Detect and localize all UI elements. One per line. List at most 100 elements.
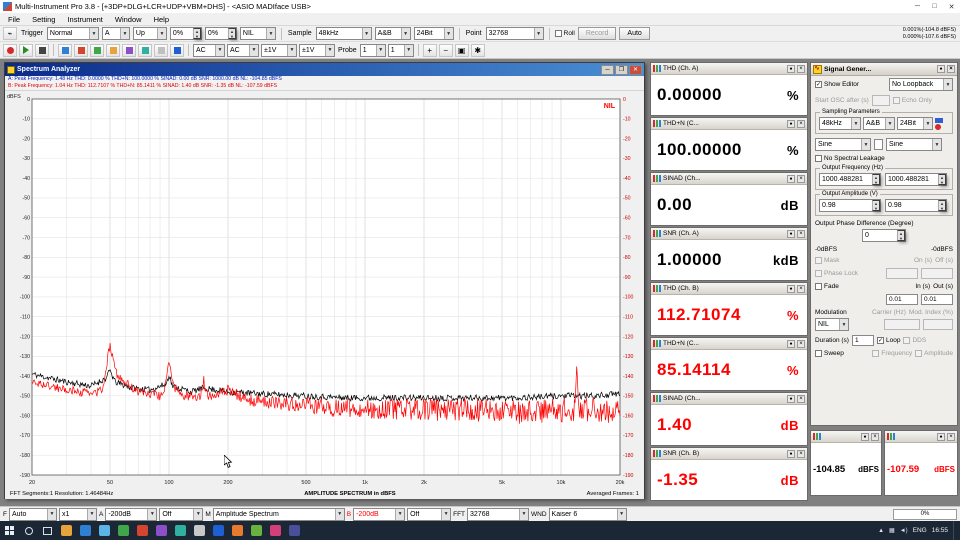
roll-checkbox[interactable]: Roll [555, 30, 575, 37]
amplitude-a-stepper[interactable]: 0.98▲▼ [819, 199, 881, 212]
hpf-select[interactable]: NIL▼ [240, 27, 276, 40]
window-close-icon[interactable]: ✕ [629, 65, 642, 75]
trigger-source-select[interactable]: A▼ [102, 27, 130, 40]
window-function-select[interactable]: Kaiser 6▼ [549, 508, 627, 521]
auto-button[interactable]: Auto [619, 27, 649, 40]
waveform-b-select[interactable]: Sine▼ [886, 138, 942, 151]
lcr-meter-icon[interactable] [154, 44, 168, 57]
b-mode-select[interactable]: Off▼ [407, 508, 451, 521]
camera-icon[interactable]: ▣ [455, 44, 469, 57]
taskbar-app-icon-4[interactable] [114, 521, 133, 540]
spectrum-plot[interactable]: 00-10-10-20-20-30-30-40-40-50-50-60-60-7… [5, 91, 644, 489]
search-icon[interactable] [19, 521, 38, 540]
sweep-frequency-checkbox[interactable]: Frequency [872, 350, 912, 357]
b-range-select[interactable]: -200dB▼ [353, 508, 405, 521]
frequency-mode-select[interactable]: Auto▼ [9, 508, 57, 521]
zoom-out-icon[interactable]: − [439, 44, 453, 57]
start-osc-input[interactable] [872, 95, 890, 106]
show-desktop-button[interactable] [953, 521, 956, 540]
pin-icon[interactable]: ● [787, 230, 795, 238]
record-icon[interactable] [3, 44, 17, 57]
task-view-icon[interactable] [38, 521, 57, 540]
trigger-mode-select[interactable]: Normal▼ [47, 27, 99, 40]
bit-depth-select[interactable]: 24Bit▼ [414, 27, 454, 40]
zoom-in-icon[interactable]: + [423, 44, 437, 57]
maximize-icon[interactable]: □ [926, 0, 943, 13]
signal-generator-icon[interactable] [106, 44, 120, 57]
zoom-select[interactable]: x1▼ [59, 508, 97, 521]
a-mode-select[interactable]: Off▼ [159, 508, 203, 521]
close-icon[interactable]: × [947, 65, 955, 73]
taskbar-app-icon-7[interactable] [171, 521, 190, 540]
meter-titlebar[interactable]: ●× [811, 431, 881, 443]
probe-b-select[interactable]: 1▼ [388, 44, 414, 57]
signal-generator-titlebar[interactable]: Signal Gener... ● × [811, 63, 957, 76]
pin-icon[interactable]: ● [937, 65, 945, 73]
close-icon[interactable]: × [797, 120, 805, 128]
close-icon[interactable]: × [871, 433, 879, 441]
close-icon[interactable]: × [797, 175, 805, 183]
dds-checkbox[interactable]: DDS [903, 337, 926, 344]
mask-on-input[interactable] [886, 268, 918, 279]
taskbar-app-icon-5[interactable] [133, 521, 152, 540]
a-range-select[interactable]: -200dB▼ [105, 508, 157, 521]
waveform-a-select[interactable]: Sine▼ [815, 138, 871, 151]
volume-icon[interactable]: ◄) [900, 528, 908, 534]
tray-chevron-icon[interactable]: ▲ [878, 528, 884, 534]
gen-rate-select[interactable]: 48kHz▼ [819, 117, 861, 130]
network-icon[interactable]: ▦ [889, 527, 895, 534]
close-icon[interactable]: × [797, 285, 805, 293]
menu-help[interactable]: Help [148, 14, 175, 25]
start-button[interactable] [0, 521, 19, 540]
amplitude-b-stepper[interactable]: 0.98▲▼ [885, 199, 947, 212]
trigger-edge-select[interactable]: Up▼ [133, 27, 167, 40]
taskbar-app-icon-1[interactable] [57, 521, 76, 540]
window-restore-icon[interactable]: ❐ [615, 65, 628, 75]
minimize-icon[interactable]: ─ [909, 0, 926, 13]
gen-channel-select[interactable]: A&B▼ [863, 117, 895, 130]
stop-icon[interactable] [35, 44, 49, 57]
spectrum-3d-icon[interactable] [122, 44, 136, 57]
coupling-a-select[interactable]: AC▼ [193, 44, 225, 57]
close-icon[interactable]: × [797, 395, 805, 403]
coupling-b-select[interactable]: AC▼ [227, 44, 259, 57]
taskbar-app-icon-10[interactable] [228, 521, 247, 540]
frequency-a-stepper[interactable]: 1000.488281▲▼ [819, 173, 881, 186]
data-logger-icon[interactable] [138, 44, 152, 57]
close-icon[interactable]: × [797, 65, 805, 73]
device-test-plan-icon[interactable] [170, 44, 184, 57]
close-icon[interactable]: × [947, 433, 955, 441]
settings-icon[interactable]: ✱ [471, 44, 485, 57]
pin-icon[interactable]: ● [787, 450, 795, 458]
carrier-input[interactable] [884, 319, 920, 330]
menu-setting[interactable]: Setting [26, 14, 61, 25]
window-minimize-icon[interactable]: ─ [601, 65, 614, 75]
echo-only-checkbox[interactable]: Echo Only [893, 97, 932, 104]
pin-icon[interactable]: ● [787, 340, 795, 348]
taskbar-app-icon-2[interactable] [76, 521, 95, 540]
pin-icon[interactable]: ● [787, 120, 795, 128]
phase-stepper[interactable]: 0▲▼ [862, 229, 906, 242]
range-a-select[interactable]: ±1V▼ [261, 44, 297, 57]
record-button[interactable]: Record [578, 27, 617, 40]
meter-titlebar[interactable]: SINAD (Ch...●× [651, 393, 807, 405]
phase-lock-checkbox[interactable]: Phase Lock [815, 270, 858, 277]
pin-icon[interactable]: ● [937, 433, 945, 441]
pin-icon[interactable]: ● [861, 433, 869, 441]
play-icon[interactable] [19, 44, 33, 57]
view-type-select[interactable]: Amplitude Spectrum▼ [213, 508, 345, 521]
show-editor-checkbox[interactable]: Show Editor [815, 81, 859, 88]
taskbar-app-icon-6[interactable] [152, 521, 171, 540]
close-icon[interactable]: ✕ [943, 0, 960, 13]
multimeter-icon[interactable] [90, 44, 104, 57]
close-icon[interactable]: × [797, 450, 805, 458]
fade-out-input[interactable]: 0.01 [921, 294, 953, 305]
meter-titlebar[interactable]: ●× [885, 431, 957, 443]
clock[interactable]: 16:55 [932, 527, 948, 534]
taskbar-app-icon-3[interactable] [95, 521, 114, 540]
spectrum-window-titlebar[interactable]: Spectrum Analyzer ─ ❐ ✕ [5, 63, 644, 76]
mod-index-input[interactable] [923, 319, 953, 330]
taskbar-app-icon-12[interactable] [266, 521, 285, 540]
meter-titlebar[interactable]: THD+N (C...●× [651, 338, 807, 350]
spectrum-analyzer-icon[interactable] [74, 44, 88, 57]
